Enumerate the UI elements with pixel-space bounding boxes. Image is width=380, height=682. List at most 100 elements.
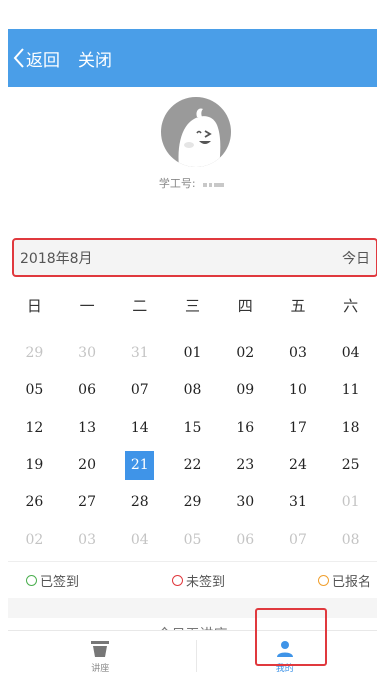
calendar-day[interactable]: 04 bbox=[113, 521, 166, 558]
calendar-day-number: 22 bbox=[183, 457, 202, 474]
calendar-day[interactable]: 30 bbox=[219, 484, 272, 521]
calendar-day[interactable]: 05 bbox=[166, 521, 219, 558]
calendar-day[interactable]: 07 bbox=[272, 521, 325, 558]
calendar-day-number: 30 bbox=[236, 494, 255, 511]
calendar-day-number: 09 bbox=[236, 382, 255, 399]
calendar-day-number: 29 bbox=[25, 345, 44, 362]
calendar-day-number: 13 bbox=[78, 419, 96, 436]
calendar-day-number: 02 bbox=[236, 345, 255, 362]
calendar-week-row: 26 27 28 29 30 31 01 bbox=[8, 484, 377, 521]
calendar-day-number: 06 bbox=[236, 531, 255, 548]
calendar-day-number: 10 bbox=[289, 382, 307, 399]
calendar-day[interactable]: 12 bbox=[8, 410, 61, 447]
calendar-day-number: 02 bbox=[25, 531, 44, 548]
calendar-day[interactable]: 06 bbox=[61, 372, 114, 409]
trash-can-icon bbox=[91, 640, 110, 657]
calendar-day[interactable]: 29 bbox=[166, 484, 219, 521]
calendar-day[interactable]: 20 bbox=[61, 447, 114, 484]
calendar-day[interactable]: 29 bbox=[8, 335, 61, 372]
calendar-day-number: 08 bbox=[341, 531, 360, 548]
calendar-day-number: 18 bbox=[341, 419, 360, 436]
calendar-day[interactable]: 31 bbox=[272, 484, 325, 521]
calendar-day-number: 31 bbox=[289, 494, 307, 511]
tab-mine-label: 我的 bbox=[275, 663, 294, 674]
month-bar: 2018年8月 今日 bbox=[12, 238, 377, 277]
calendar-day[interactable]: 25 bbox=[324, 447, 377, 484]
student-id-label: 学工号: bbox=[158, 177, 196, 190]
calendar-week-row: 29 30 31 01 02 03 04 bbox=[8, 335, 377, 372]
calendar-day[interactable]: 01 bbox=[166, 335, 219, 372]
calendar-day-number: 03 bbox=[289, 345, 307, 362]
calendar-day[interactable]: 03 bbox=[272, 335, 325, 372]
calendar-day[interactable]: 26 bbox=[8, 484, 61, 521]
weekday-label: 二 bbox=[132, 297, 148, 315]
tab-lectures[interactable]: 讲座 bbox=[8, 631, 193, 682]
back-button[interactable]: 返回 bbox=[12, 46, 60, 71]
calendar-day[interactable]: 07 bbox=[113, 372, 166, 409]
calendar-day[interactable]: 04 bbox=[324, 335, 377, 372]
calendar-day[interactable]: 08 bbox=[324, 521, 377, 558]
calendar-day[interactable]: 05 bbox=[8, 372, 61, 409]
calendar-day-number: 15 bbox=[183, 419, 202, 436]
calendar-day[interactable]: 08 bbox=[166, 372, 219, 409]
weekday-label: 五 bbox=[290, 297, 306, 315]
calendar-day-number: 25 bbox=[341, 457, 360, 474]
calendar-day[interactable]: 11 bbox=[324, 372, 377, 409]
student-id-redacted bbox=[203, 178, 226, 191]
calendar-day[interactable]: 02 bbox=[219, 335, 272, 372]
calendar-day-number: 04 bbox=[130, 531, 149, 548]
today-button[interactable]: 今日 bbox=[342, 248, 370, 268]
calendar-day-number: 04 bbox=[341, 345, 360, 362]
calendar-grid: 29 30 31 01 02 03 04 05 06 07 08 09 10 11 12 13 14 15 16 17… bbox=[8, 335, 377, 559]
calendar-day-number: 30 bbox=[78, 345, 96, 362]
nav-bar: 返回 关闭 bbox=[8, 29, 377, 87]
calendar-day-number: 16 bbox=[236, 419, 255, 436]
calendar-day-number: 12 bbox=[25, 419, 44, 436]
legend: 已签到 未签到 已报名 bbox=[8, 561, 377, 598]
calendar-day-number: 26 bbox=[25, 494, 44, 511]
legend-item: 未签到 bbox=[171, 571, 225, 590]
weekday-label: 日 bbox=[26, 297, 42, 315]
calendar-day-selected[interactable]: 21 bbox=[113, 447, 166, 484]
calendar-day[interactable]: 16 bbox=[219, 410, 272, 447]
calendar-day-number: 03 bbox=[78, 531, 96, 548]
chick-avatar-icon bbox=[178, 108, 221, 167]
tab-mine[interactable]: 我的 bbox=[193, 631, 378, 682]
legend-label: 已报名 bbox=[331, 574, 371, 590]
calendar-day[interactable]: 28 bbox=[113, 484, 166, 521]
legend-item: 已报名 bbox=[317, 571, 371, 590]
calendar-day[interactable]: 23 bbox=[219, 447, 272, 484]
calendar-day[interactable]: 19 bbox=[8, 447, 61, 484]
calendar-day[interactable]: 14 bbox=[113, 410, 166, 447]
close-button[interactable]: 关闭 bbox=[78, 46, 112, 71]
avatar[interactable] bbox=[161, 97, 231, 167]
calendar-day-number: 28 bbox=[130, 494, 149, 511]
calendar-day[interactable]: 24 bbox=[272, 447, 325, 484]
calendar-day-number: 31 bbox=[130, 345, 149, 362]
calendar-day[interactable]: 18 bbox=[324, 410, 377, 447]
calendar-day[interactable]: 03 bbox=[61, 521, 114, 558]
circle-icon bbox=[171, 574, 183, 586]
calendar-day-number: 05 bbox=[25, 382, 44, 399]
calendar-day[interactable]: 27 bbox=[61, 484, 114, 521]
calendar-day-number: 05 bbox=[183, 531, 202, 548]
circle-icon bbox=[26, 574, 37, 586]
calendar-day[interactable]: 15 bbox=[166, 410, 219, 447]
calendar-day[interactable]: 17 bbox=[272, 410, 325, 447]
calendar-day[interactable]: 31 bbox=[113, 335, 166, 372]
calendar-day[interactable]: 10 bbox=[272, 372, 325, 409]
calendar-day[interactable]: 01 bbox=[324, 484, 377, 521]
calendar-day[interactable]: 09 bbox=[219, 372, 272, 409]
calendar-day[interactable]: 30 bbox=[61, 335, 114, 372]
calendar-week-row: 02 03 04 05 06 07 08 bbox=[8, 521, 377, 558]
calendar-day[interactable]: 02 bbox=[8, 521, 61, 558]
calendar-day[interactable]: 13 bbox=[61, 410, 114, 447]
calendar-week-row: 19 20 21 22 23 24 25 bbox=[8, 447, 377, 484]
legend-label: 已签到 bbox=[40, 574, 80, 590]
back-label: 返回 bbox=[26, 50, 60, 71]
calendar-day-number: 21 bbox=[125, 451, 155, 481]
calendar-day[interactable]: 22 bbox=[166, 447, 219, 484]
profile-header: 学工号: bbox=[8, 87, 377, 232]
weekday-header: 日一二三四五六 bbox=[8, 277, 377, 335]
calendar-day[interactable]: 06 bbox=[219, 521, 272, 558]
